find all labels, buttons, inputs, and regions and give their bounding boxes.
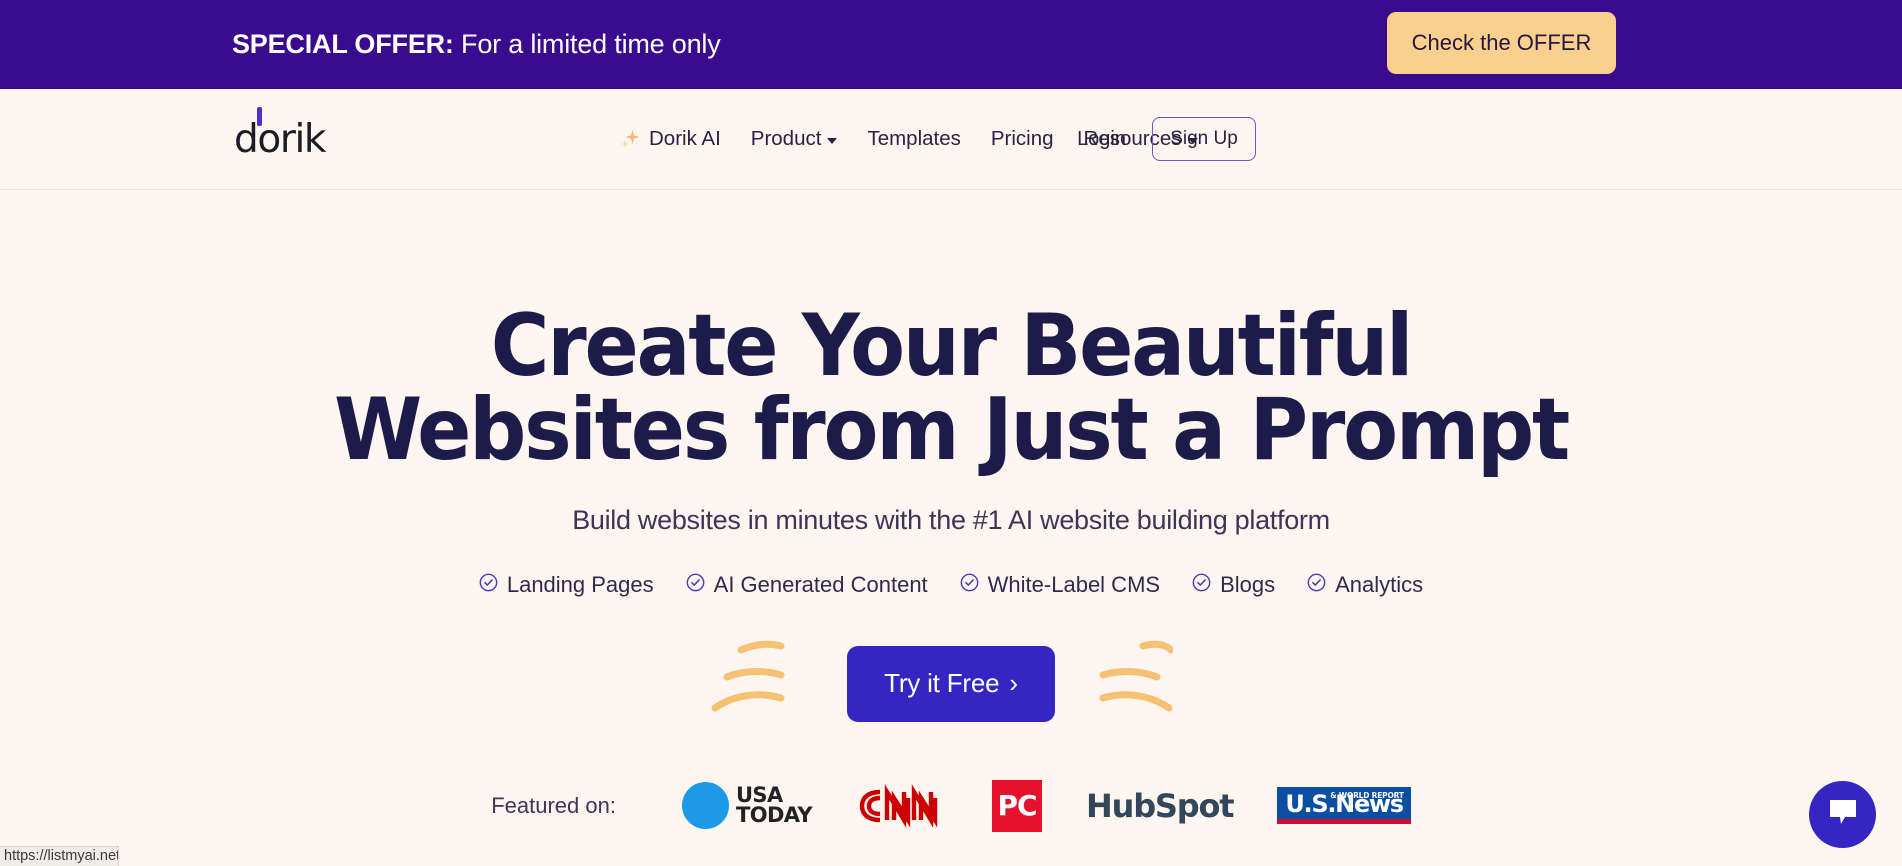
promo-message: For a limited time only bbox=[453, 29, 721, 59]
cnn-logo-icon bbox=[859, 783, 938, 828]
decorative-flourish-left-icon bbox=[711, 632, 791, 727]
check-circle-icon bbox=[960, 572, 979, 598]
hero-section: Create Your Beautiful Websites from Just… bbox=[0, 296, 1902, 832]
usa-today-line-2: TODAY bbox=[735, 802, 813, 827]
check-circle-icon bbox=[1192, 572, 1211, 598]
check-circle-icon bbox=[1307, 572, 1326, 598]
us-news-sub-text: & WORLD REPORT bbox=[1330, 791, 1404, 801]
nav-item-product[interactable]: Product bbox=[751, 127, 838, 151]
try-it-free-button[interactable]: Try it Free › bbox=[847, 645, 1055, 722]
feature-list: Landing Pages AI Generated Content White… bbox=[0, 572, 1902, 598]
feature-label: Blogs bbox=[1220, 571, 1276, 597]
featured-on-label: Featured on: bbox=[491, 792, 616, 818]
feature-label: White-Label CMS bbox=[987, 571, 1161, 597]
chat-widget-button[interactable] bbox=[1809, 781, 1876, 848]
hubspot-label: HubSpot bbox=[1086, 786, 1235, 825]
nav-item-label: Pricing bbox=[990, 127, 1054, 150]
feature-item-ai-generated-content: AI Generated Content bbox=[686, 572, 928, 598]
pc-magazine-logo: PC bbox=[992, 779, 1043, 832]
feature-label: AI Generated Content bbox=[713, 571, 928, 597]
dorik-logo[interactable]: dorik bbox=[234, 106, 326, 162]
check-circle-icon bbox=[479, 572, 498, 598]
usa-today-dot-icon bbox=[681, 782, 729, 830]
sign-up-button[interactable]: Sign Up bbox=[1152, 117, 1256, 161]
page-title: Create Your Beautiful Websites from Just… bbox=[67, 296, 1836, 481]
check-circle-icon bbox=[686, 572, 705, 598]
nav-item-label: Dorik AI bbox=[649, 127, 721, 150]
try-it-free-label: Try it Free bbox=[884, 668, 1000, 699]
nav-item-label: Product bbox=[750, 127, 822, 150]
login-link[interactable]: Login bbox=[1077, 128, 1126, 151]
chevron-right-icon: › bbox=[1009, 668, 1018, 699]
main-navbar: dorik Dorik AI Product Templates Pricing… bbox=[0, 89, 1902, 190]
sparkle-icon bbox=[619, 128, 641, 150]
dorik-logo-text: dorik bbox=[234, 116, 326, 162]
nav-actions: Login Sign Up bbox=[1077, 117, 1902, 161]
featured-on-row: Featured on: USA TODAY PC HubSpot U.S.Ne… bbox=[0, 779, 1902, 832]
hubspot-text: HubSpot bbox=[1086, 786, 1235, 825]
feature-label: Analytics bbox=[1335, 571, 1424, 597]
nav-item-templates[interactable]: Templates bbox=[867, 127, 960, 151]
nav-item-label: Templates bbox=[867, 127, 961, 150]
pc-magazine-text: PC bbox=[997, 789, 1037, 823]
chat-bubble-icon bbox=[1827, 797, 1859, 832]
us-news-logo: U.S.News & WORLD REPORT bbox=[1277, 787, 1411, 825]
nav-item-pricing[interactable]: Pricing bbox=[991, 127, 1054, 151]
feature-item-blogs: Blogs bbox=[1192, 572, 1275, 598]
hero-title-line-1: Create Your Beautiful bbox=[490, 296, 1414, 396]
feature-label: Landing Pages bbox=[506, 571, 654, 597]
feature-item-analytics: Analytics bbox=[1307, 572, 1423, 598]
check-the-offer-button[interactable]: Check the OFFER bbox=[1387, 12, 1616, 74]
feature-item-landing-pages: Landing Pages bbox=[479, 572, 654, 598]
hero-title-line-2: Websites from Just a Prompt bbox=[334, 380, 1570, 481]
hero-subtitle: Build websites in minutes with the #1 AI… bbox=[572, 504, 1330, 535]
browser-status-bar: https://listmyai.net bbox=[0, 846, 119, 866]
promo-banner-text: SPECIAL OFFER: For a limited time only bbox=[232, 29, 721, 60]
hubspot-logo: HubSpot bbox=[1086, 786, 1235, 825]
promo-banner: SPECIAL OFFER: For a limited time only C… bbox=[0, 0, 1902, 89]
logo-accent-mark bbox=[257, 106, 262, 126]
promo-bold-label: SPECIAL OFFER: bbox=[232, 29, 454, 59]
nav-item-dorik-ai[interactable]: Dorik AI bbox=[619, 127, 721, 151]
feature-item-white-label-cms: White-Label CMS bbox=[960, 572, 1160, 598]
chevron-down-icon bbox=[827, 138, 838, 144]
usa-today-logo: USA TODAY bbox=[681, 782, 813, 830]
cnn-logo bbox=[856, 783, 948, 828]
cta-row: Try it Free › bbox=[0, 632, 1902, 736]
usa-today-text: USA TODAY bbox=[735, 784, 813, 827]
decorative-flourish-right-icon bbox=[1093, 632, 1175, 727]
